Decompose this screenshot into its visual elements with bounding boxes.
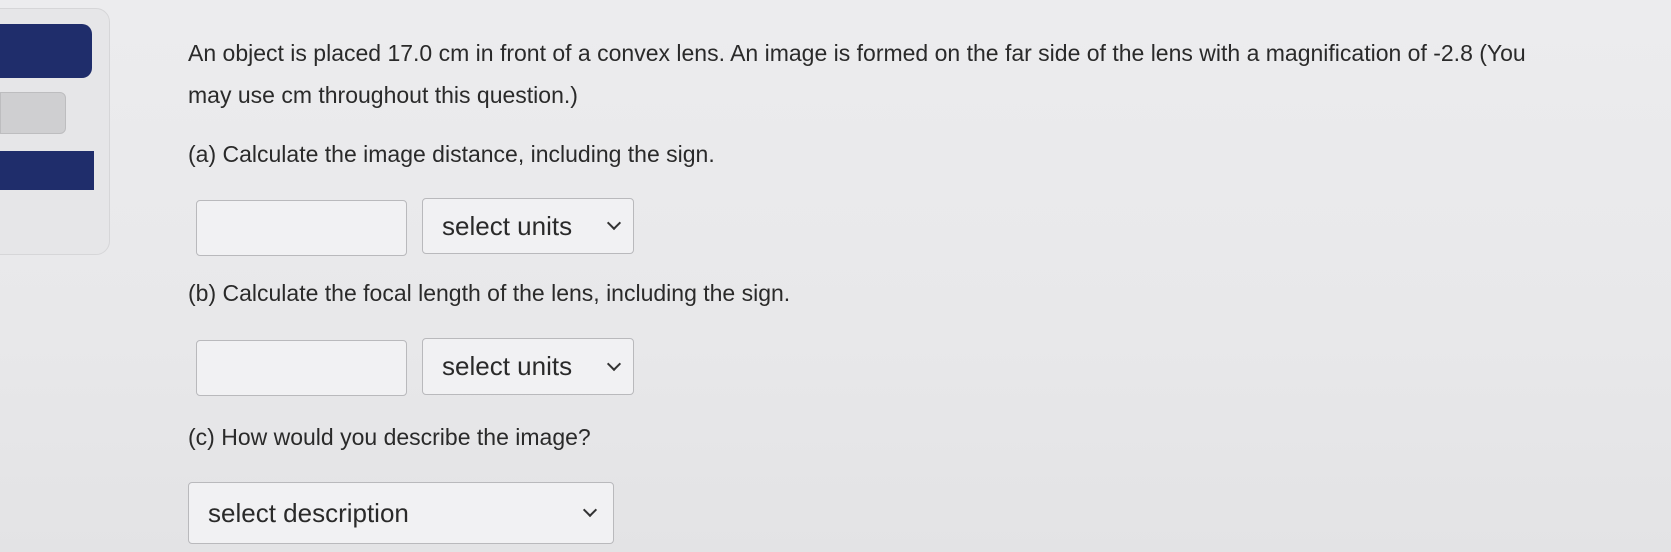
image-distance-input[interactable] <box>196 200 407 256</box>
focal-length-input[interactable] <box>196 340 407 396</box>
question-prompt-line-2: may use cm throughout this question.) <box>188 82 578 108</box>
focal-length-units-select[interactable]: select units <box>422 338 634 395</box>
part-b-prompt: (b) Calculate the focal length of the le… <box>188 280 791 306</box>
chevron-down-icon <box>606 356 622 371</box>
chevron-down-icon <box>606 215 622 231</box>
image-distance-units-select[interactable]: select units <box>422 198 634 254</box>
image-description-select[interactable]: select description <box>188 482 614 544</box>
units-select-label: select units <box>442 351 573 381</box>
question-prompt-line-1: An object is placed 17.0 cm in front of … <box>188 40 1526 66</box>
part-a-prompt: (a) Calculate the image distance, includ… <box>188 141 715 167</box>
sidebar-nav-item-1[interactable] <box>0 24 92 78</box>
chevron-down-icon <box>582 502 598 518</box>
sidebar-nav-item-3[interactable] <box>0 151 94 190</box>
sidebar-nav-item-2[interactable] <box>0 92 66 134</box>
part-c-prompt: (c) How would you describe the image? <box>188 424 591 450</box>
description-select-label: select description <box>208 497 409 528</box>
units-select-label: select units <box>442 210 573 241</box>
